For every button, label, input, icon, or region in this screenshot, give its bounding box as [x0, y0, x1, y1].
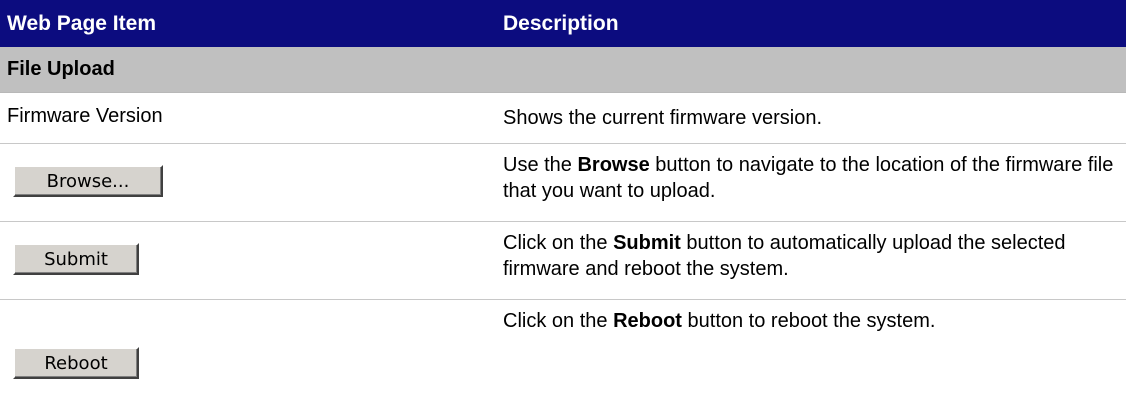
submit-desc-bold: Submit — [613, 232, 681, 254]
reboot-desc-post: button to reboot the system. — [681, 310, 936, 332]
browse-cell: Browse... — [0, 144, 498, 221]
reboot-desc-pre: Click on the — [503, 310, 614, 332]
reboot-description: Click on the Reboot button to reboot the… — [498, 300, 1126, 404]
table-row: Browse... Use the Browse button to navig… — [0, 144, 1126, 222]
header-web-page-item: Web Page Item — [7, 11, 156, 35]
table-row: Reboot Click on the Reboot button to reb… — [0, 300, 1126, 404]
firmware-version-description: Shows the current firmware version. — [503, 107, 823, 129]
browse-description: Use the Browse button to navigate to the… — [498, 144, 1126, 221]
browse-button[interactable]: Browse... — [13, 165, 163, 197]
web-page-item-table: Web Page Item Description File Upload Fi… — [0, 0, 1126, 404]
submit-button[interactable]: Submit — [13, 243, 139, 275]
submit-cell: Submit — [0, 222, 498, 299]
reboot-desc-bold: Reboot — [613, 310, 682, 332]
reboot-cell: Reboot — [0, 300, 498, 404]
table-row: Submit Click on the Submit button to aut… — [0, 222, 1126, 300]
submit-desc-pre: Click on the — [503, 232, 614, 254]
section-file-upload: File Upload — [0, 47, 1126, 93]
browse-desc-bold: Browse — [577, 154, 650, 176]
table-row: Firmware Version Shows the current firmw… — [0, 93, 1126, 144]
reboot-button[interactable]: Reboot — [13, 347, 139, 379]
firmware-version-label: Firmware Version — [7, 105, 163, 127]
table-header-row: Web Page Item Description — [0, 0, 1126, 47]
browse-desc-pre: Use the — [503, 154, 578, 176]
submit-description: Click on the Submit button to automatica… — [498, 222, 1126, 299]
header-description: Description — [503, 11, 619, 35]
